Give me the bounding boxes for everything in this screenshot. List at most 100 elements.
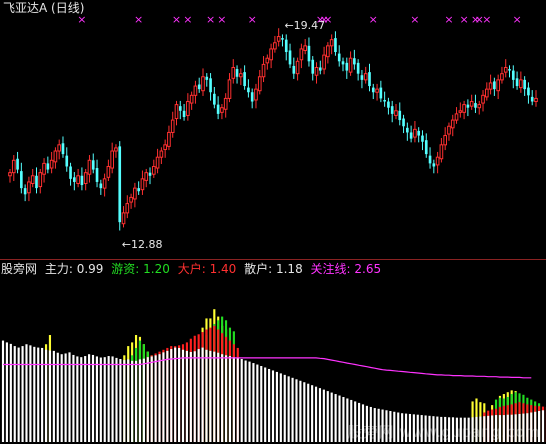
candle-body-down [379,87,383,99]
candle-body-down [73,177,76,182]
candle-body-down [307,45,311,62]
candle-body-down [402,118,405,127]
white-bar [275,371,278,442]
candle-body-up [38,172,43,188]
candle-body-up [231,66,236,79]
white-bar [131,360,134,442]
white-bar [541,410,545,442]
legend-value: 2.65 [354,262,382,276]
candle-body-up [170,119,175,133]
candle-body-up [303,45,307,51]
candle-body-up [201,76,205,92]
candle-body-down [530,96,534,102]
white-bar [1,340,5,442]
candle-body-down [16,158,19,170]
candle-body-up [481,94,485,104]
white-bar [95,356,98,442]
white-bar [146,357,149,442]
white-bar [221,354,224,442]
white-bar [268,368,271,442]
candle-body-up [363,73,368,81]
candle-body-down [148,172,152,176]
candle-body-down [341,61,345,65]
candle-body-up [140,178,145,191]
candle-body-down [318,67,322,71]
signal-mark: × [172,13,181,26]
candle-body-up [42,162,46,175]
candle-body-up [125,203,130,214]
candle-body-down [46,163,50,170]
candle-body-up [477,104,482,109]
candle-body-up [254,88,258,101]
candle-body-up [49,159,54,169]
candle-body-up [144,172,149,181]
white-bar [228,356,232,442]
candle-body-down [243,72,246,87]
candle-body-down [466,104,470,108]
candle-body-up [167,131,171,147]
white-bar [60,354,63,442]
candle-body-up [220,107,224,113]
candle-body-up [534,97,538,103]
candle-body-down [508,69,511,71]
white-bar [56,352,59,442]
candle-body-down [421,135,424,142]
candle-body-up [83,172,88,184]
candle-body-up [106,165,111,178]
legend-item-large: 大户: 1.40 [178,262,237,276]
candle-body-up [326,45,330,58]
watermark: 股旁网 www.gupang.com [347,423,540,441]
candle-body-down [360,75,364,80]
candle-body-up [227,79,232,99]
candle-body-up [265,57,270,64]
candle-body-up [76,175,80,184]
candle-body-down [23,188,27,195]
white-bar [115,357,118,442]
white-bar [256,364,259,442]
white-bar [189,351,192,442]
candle-body-up [114,147,118,152]
candle-body-down [137,188,140,192]
signal-mark: × [217,13,226,26]
candle-body-up [458,110,463,113]
candle-body-up [454,113,459,121]
candle-body-down [337,53,341,62]
candle-body-down [235,69,239,77]
white-bar [291,377,294,442]
white-bar [33,346,36,442]
white-bar [17,347,20,442]
candle-body-up [57,144,62,152]
white-bar [138,359,142,442]
candle-body-up [484,88,489,98]
candle-body-down [406,127,409,133]
candle-body-down [292,65,296,74]
candle-body-up [133,187,137,200]
candle-body-down [197,84,201,90]
candle-body-down [65,155,69,167]
legend-value: 1.20 [143,262,170,276]
white-bar [84,356,87,442]
candle-body-up [269,48,273,61]
white-bar [170,349,173,442]
candle-body-up [30,175,35,184]
white-bar [21,346,24,442]
candle-body-up [102,178,107,189]
candle-body-down [527,87,530,96]
white-bar [311,385,314,442]
white-bar [91,354,95,442]
legend-value: 1.40 [209,262,237,276]
candle-body-up [314,66,319,76]
white-bar [25,344,28,442]
candle-body-up [159,150,164,158]
candle-body-down [428,155,432,164]
candle-body-up [450,119,455,129]
candle-body-up [443,135,448,146]
legend-label: 主力: [44,262,73,276]
candle-body-up [439,144,444,160]
candle-body-down [284,39,288,53]
candle-body-up [496,79,500,92]
candle-body-up [189,94,194,104]
white-bar [5,342,8,442]
signal-mark: × [444,13,453,26]
candle-body-up [273,42,277,50]
